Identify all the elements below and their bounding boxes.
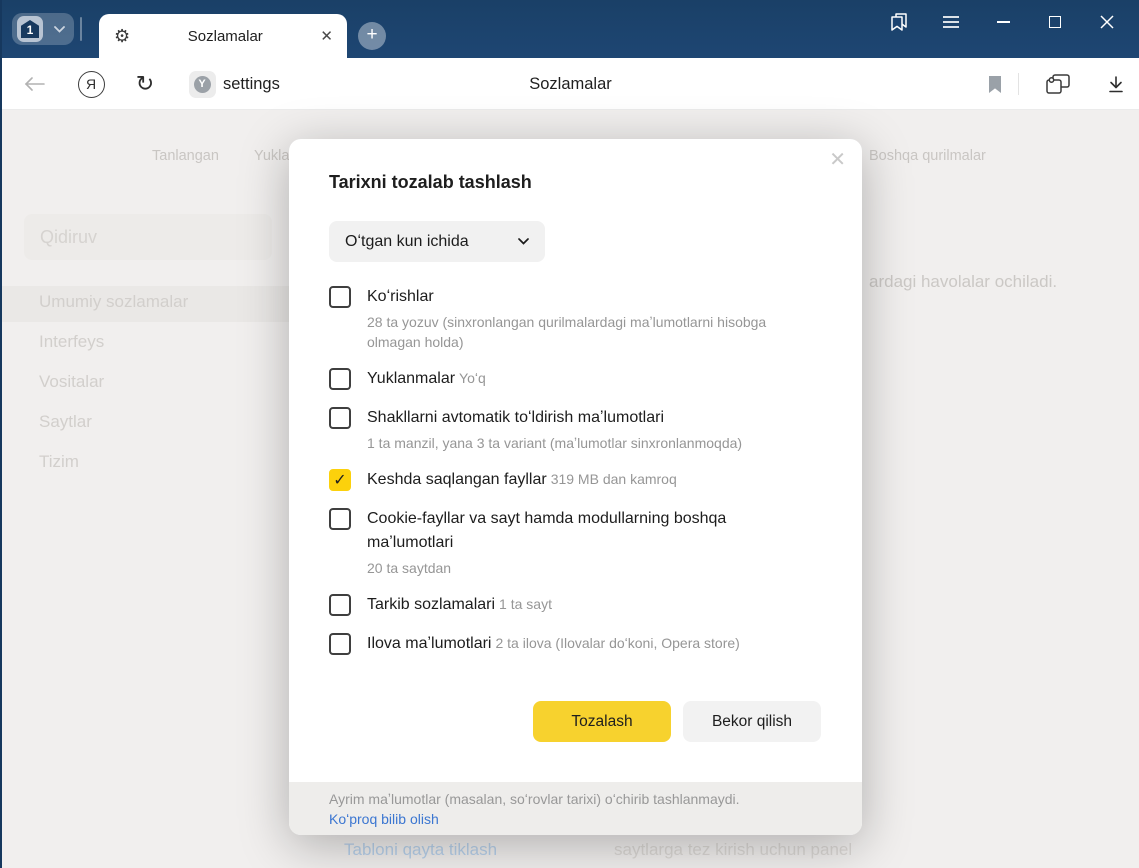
option-kesh[interactable]: Keshda saqlangan fayllar319 MB dan kamro… [329,468,812,492]
cancel-button[interactable]: Bekor qilish [683,701,821,742]
option-sub: 20 ta saytdan [367,560,452,576]
bookmarks-panel-icon[interactable] [873,2,925,42]
clear-history-dialog: ✕ Tarixni tozalab tashlash Oʻtgan kun ic… [289,139,862,835]
checkbox[interactable] [329,368,351,390]
background-text-fragment: ardagi havolalar ochiladi. [869,272,1058,291]
option-note: 319 MB dan kamroq [550,471,677,487]
checkbox[interactable] [329,508,351,530]
minimize-button[interactable] [977,2,1029,42]
browser-window: 1 ⚙ Sozlamalar ✕ + Я ↻ Y settings Sozlam… [0,0,1139,868]
y-logo-icon: Y [193,75,211,93]
checkbox[interactable] [329,286,351,308]
address-bar-url[interactable]: settings [223,58,280,110]
option-sub: 28 ta yozuv (sinxronlangan qurilmalardag… [367,314,767,350]
bookmark-button[interactable] [980,58,1010,110]
option-ilova[interactable]: Ilova maʼlumotlari 2 ta ilova (Ilovalar d… [329,632,812,656]
collections-icon[interactable] [1040,58,1076,110]
checkbox[interactable] [329,633,351,655]
tab-sozlamalar[interactable]: ⚙ Sozlamalar ✕ [99,14,347,58]
back-button[interactable] [20,58,50,110]
time-range-select[interactable]: Oʻtgan kun ichida [329,221,545,262]
site-favicon[interactable]: Y [187,58,217,110]
time-range-value: Oʻtgan kun ichida [345,232,469,250]
sidebar-item-tizim[interactable]: Tizim [39,452,79,472]
option-sub: 1 ta manzil, yana 3 ta variant (maʼlumot… [367,435,743,451]
sidebar-item-saytlar[interactable]: Saytlar [39,412,92,432]
close-button[interactable] [1081,2,1133,42]
dialog-actions: Tozalash Bekor qilish [533,701,821,742]
option-label: Tarkib sozlamalari [367,596,496,613]
settings-page-dimmed: Tanlangan Yuklanmalar Boshqa qurilmalar … [2,110,1139,868]
option-korishlar[interactable]: Koʻrishlar 28 ta yozuv (sinxronlangan qu… [329,285,812,352]
dialog-footer: Ayrim maʼlumotlar (masalan, soʻrovlar ta… [289,782,862,835]
restore-tableau-note: saytlarga tez kirish uchun panel [614,840,853,859]
titlebar: 1 ⚙ Sozlamalar ✕ + [2,0,1139,58]
chevron-down-icon[interactable] [46,25,72,33]
window-controls [873,0,1133,44]
option-note: Yoʻq [459,370,486,386]
nav-tanlangan[interactable]: Tanlangan [152,148,219,164]
tab-count: 1 [21,20,39,38]
titlebar-divider [80,17,82,41]
checkbox[interactable] [329,407,351,429]
restore-tableau-link[interactable]: Tabloni qayta tiklash [344,840,497,860]
option-note: 1 ta sayt [499,596,552,612]
clear-options-list: Koʻrishlar 28 ta yozuv (sinxronlangan qu… [329,285,812,671]
option-label: Yuklanmalar [367,370,456,387]
tab-counter-button[interactable]: 1 [12,13,74,45]
reload-button[interactable]: ↻ [130,58,160,110]
footer-note: Ayrim maʼlumotlar (masalan, soʻrovlar ta… [329,791,740,807]
nav-boshqa-qurilmalar[interactable]: Boshqa qurilmalar [869,148,986,164]
option-shakllar[interactable]: Shakllarni avtomatik toʻldirish maʼlumot… [329,406,812,453]
maximize-button[interactable] [1029,2,1081,42]
dialog-title: Tarixni tozalab tashlash [329,172,532,192]
favicon-badge: Y [188,70,216,98]
downloads-button[interactable] [1098,58,1134,110]
option-label: Ilova maʼlumotlari [367,635,492,652]
toolbar-divider [1018,73,1019,95]
option-label: Shakllarni avtomatik toʻldirish maʼlumot… [367,409,664,426]
yandex-icon: Я [77,70,105,98]
option-cookie[interactable]: Cookie-fayllar va sayt hamda modullarnin… [329,507,812,578]
gear-icon: ⚙ [114,26,131,46]
option-label: Keshda saqlangan fayllar [367,471,547,488]
sidebar-item-interfeys[interactable]: Interfeys [39,332,104,352]
reload-icon: ↻ [135,71,155,96]
checkbox[interactable] [329,594,351,616]
new-tab-button[interactable]: + [358,22,386,50]
search-input[interactable]: Qidiruv [24,214,272,260]
checkbox[interactable] [329,469,351,491]
address-bar-page-title: Sozlamalar [529,74,612,93]
clear-button[interactable]: Tozalash [533,701,671,742]
tab-close-icon[interactable]: ✕ [320,27,333,45]
sidebar-item-vositalar[interactable]: Vositalar [39,372,104,392]
option-label: Cookie-fayllar va sayt hamda modullarnin… [367,510,727,551]
sidebar-item-umumiy[interactable]: Umumiy sozlamalar [39,292,188,312]
option-tarkib[interactable]: Tarkib sozlamalari 1 ta sayt [329,593,812,617]
menu-icon[interactable] [925,2,977,42]
tab-title: Sozlamalar [187,27,263,45]
chevron-down-icon [518,238,529,245]
yandex-services-button[interactable]: Я [76,58,106,110]
dialog-close-icon[interactable]: ✕ [829,147,846,172]
option-label: Koʻrishlar [367,288,434,305]
learn-more-link[interactable]: Koʻproq bilib olish [329,809,822,829]
option-note: 2 ta ilova (Ilovalar doʻkoni, Opera stor… [495,635,740,651]
tab-counter-badge: 1 [17,16,43,42]
option-yuklanmalar[interactable]: Yuklanmalar Yoʻq [329,367,812,391]
toolbar: Я ↻ Y settings Sozlamalar [2,58,1139,110]
